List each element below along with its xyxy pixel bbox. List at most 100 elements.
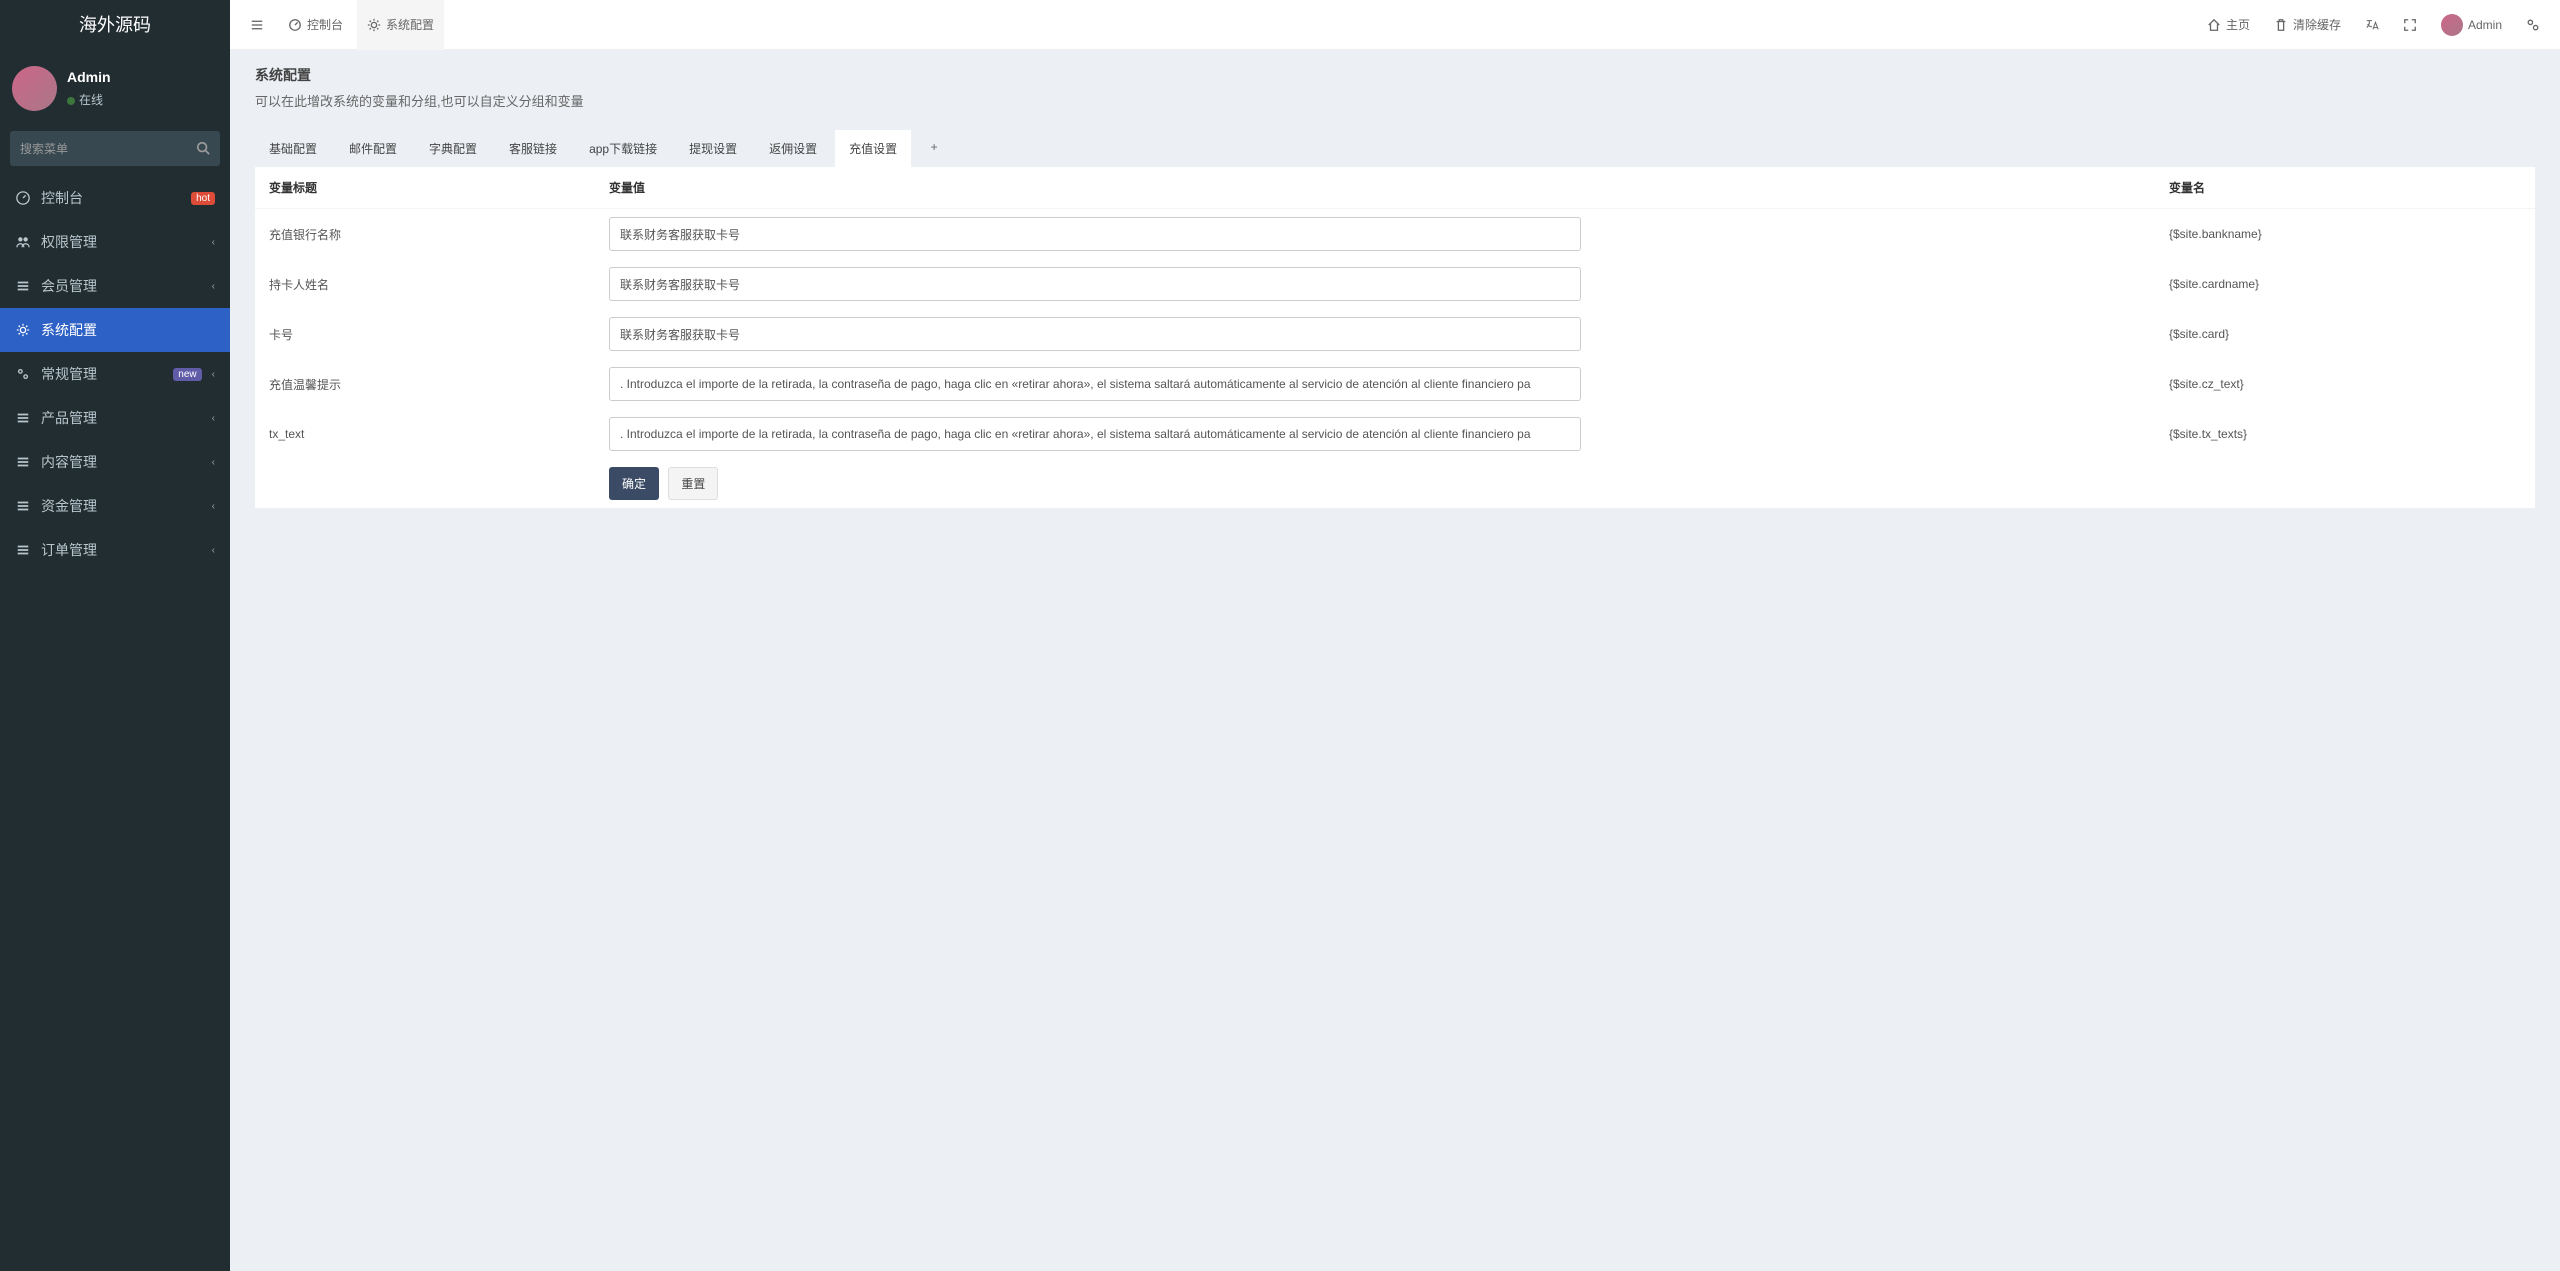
- page-title: 系统配置: [255, 65, 2535, 85]
- cardname-input[interactable]: [609, 267, 1581, 301]
- sidebar-item-label: 内容管理: [41, 452, 202, 472]
- tab-basic[interactable]: 基础配置: [255, 130, 331, 167]
- table-row: 持卡人姓名 {$site.cardname}: [255, 259, 2535, 309]
- search-input[interactable]: [10, 131, 185, 166]
- list-icon: [15, 498, 31, 514]
- list-icon: [15, 454, 31, 470]
- language-icon: [2365, 18, 2379, 32]
- th-value: 变量值: [595, 167, 2155, 209]
- sidebar-item-label: 资金管理: [41, 496, 202, 516]
- toggle-sidebar-button[interactable]: [240, 0, 274, 50]
- expand-icon: [2403, 18, 2417, 32]
- tab-sysconfig[interactable]: 系统配置: [357, 0, 444, 50]
- dashboard-icon: [15, 190, 31, 206]
- reset-button[interactable]: 重置: [668, 467, 718, 500]
- user-status: 在线: [67, 91, 111, 108]
- user-panel: Admin 在线: [0, 50, 230, 131]
- main-content: 系统配置 可以在此增改系统的变量和分组,也可以自定义分组和变量 基础配置 邮件配…: [230, 0, 2560, 508]
- sidebar-menu: 控制台 hot 权限管理 ‹ 会员管理 ‹ 系统配置 常规管理 new ‹ 产品…: [0, 176, 230, 612]
- search-icon: [196, 141, 210, 155]
- cogs-icon: [2526, 18, 2540, 32]
- topnav: 控制台 系统配置 主页 清除缓存 Admin: [230, 0, 2560, 50]
- row-name: {$site.cz_text}: [2155, 359, 2535, 409]
- tab-dashboard[interactable]: 控制台: [278, 0, 353, 50]
- page-desc: 可以在此增改系统的变量和分组,也可以自定义分组和变量: [255, 91, 2535, 110]
- home-button[interactable]: 主页: [2197, 0, 2260, 50]
- sidebar-item-label: 订单管理: [41, 540, 202, 560]
- chevron-left-icon: ‹: [212, 281, 215, 292]
- sidebar-item-label: 控制台: [41, 188, 181, 208]
- tab-kefu[interactable]: 客服链接: [495, 130, 571, 167]
- cztext-input[interactable]: [609, 367, 1581, 401]
- sidebar: 海外源码 Admin 在线 控制台 hot 权限管理 ‹ 会员管理 ‹: [0, 0, 230, 1271]
- dashboard-icon: [288, 18, 302, 32]
- list-icon: [15, 542, 31, 558]
- tab-add[interactable]: +: [915, 130, 953, 164]
- txtext-input[interactable]: [609, 417, 1581, 451]
- cogs-icon: [15, 366, 31, 382]
- sidebar-item-label: 系统配置: [41, 320, 215, 340]
- sidebar-item-general[interactable]: 常规管理 new ‹: [0, 352, 230, 396]
- config-table: 变量标题 变量值 变量名 充值银行名称 {$site.bankname} 持卡人…: [255, 167, 2535, 508]
- status-dot-icon: [67, 97, 75, 105]
- row-title: 卡号: [255, 309, 595, 359]
- list-icon: [15, 410, 31, 426]
- table-row: 充值银行名称 {$site.bankname}: [255, 209, 2535, 260]
- row-title: 充值温馨提示: [255, 359, 595, 409]
- chevron-left-icon: ‹: [212, 545, 215, 556]
- avatar: [2441, 14, 2463, 36]
- chevron-left-icon: ‹: [212, 413, 215, 424]
- sidebar-item-members[interactable]: 会员管理 ‹: [0, 264, 230, 308]
- sidebar-item-label: 常规管理: [41, 364, 163, 384]
- user-name: Admin: [67, 69, 111, 86]
- chevron-left-icon: ‹: [212, 369, 215, 380]
- sidebar-item-sysconfig[interactable]: 系统配置: [0, 308, 230, 352]
- clear-cache-button[interactable]: 清除缓存: [2264, 0, 2351, 50]
- sidebar-search: [10, 131, 220, 166]
- trash-icon: [2274, 18, 2288, 32]
- tab-content: 变量标题 变量值 变量名 充值银行名称 {$site.bankname} 持卡人…: [255, 167, 2535, 508]
- sidebar-item-label: 权限管理: [41, 232, 202, 252]
- th-name: 变量名: [2155, 167, 2535, 209]
- gear-icon: [15, 322, 31, 338]
- table-row: tx_text {$site.tx_texts}: [255, 409, 2535, 459]
- brand-title: 海外源码: [0, 0, 230, 50]
- chevron-left-icon: ‹: [212, 501, 215, 512]
- group-icon: [15, 234, 31, 250]
- sidebar-item-content[interactable]: 内容管理 ‹: [0, 440, 230, 484]
- settings-button[interactable]: [2516, 0, 2550, 50]
- table-row: 充值温馨提示 {$site.cz_text}: [255, 359, 2535, 409]
- search-button[interactable]: [185, 131, 220, 166]
- badge-new: new: [173, 368, 201, 381]
- row-title: tx_text: [255, 409, 595, 459]
- content-header: 系统配置 可以在此增改系统的变量和分组,也可以自定义分组和变量: [230, 50, 2560, 120]
- row-name: {$site.tx_texts}: [2155, 409, 2535, 459]
- card-input[interactable]: [609, 317, 1581, 351]
- chevron-left-icon: ‹: [212, 237, 215, 248]
- tab-dict[interactable]: 字典配置: [415, 130, 491, 167]
- sidebar-item-products[interactable]: 产品管理 ‹: [0, 396, 230, 440]
- th-title: 变量标题: [255, 167, 595, 209]
- sidebar-item-permissions[interactable]: 权限管理 ‹: [0, 220, 230, 264]
- row-title: 充值银行名称: [255, 209, 595, 260]
- badge-hot: hot: [191, 192, 215, 205]
- row-name: {$site.cardname}: [2155, 259, 2535, 309]
- table-row-actions: 确定 重置: [255, 459, 2535, 508]
- tab-mail[interactable]: 邮件配置: [335, 130, 411, 167]
- fullscreen-button[interactable]: [2393, 0, 2427, 50]
- submit-button[interactable]: 确定: [609, 467, 659, 500]
- list-icon: [15, 278, 31, 294]
- avatar: [12, 66, 57, 111]
- language-button[interactable]: [2355, 0, 2389, 50]
- tab-rebate[interactable]: 返佣设置: [755, 130, 831, 167]
- bars-icon: [250, 18, 264, 32]
- sidebar-item-orders[interactable]: 订单管理 ‹: [0, 528, 230, 572]
- tab-withdraw[interactable]: 提现设置: [675, 130, 751, 167]
- tab-app[interactable]: app下载链接: [575, 130, 671, 167]
- bankname-input[interactable]: [609, 217, 1581, 251]
- sidebar-item-dashboard[interactable]: 控制台 hot: [0, 176, 230, 220]
- tab-recharge[interactable]: 充值设置: [835, 130, 911, 167]
- sidebar-item-label: 会员管理: [41, 276, 202, 296]
- sidebar-item-funds[interactable]: 资金管理 ‹: [0, 484, 230, 528]
- user-menu-button[interactable]: Admin: [2431, 0, 2512, 50]
